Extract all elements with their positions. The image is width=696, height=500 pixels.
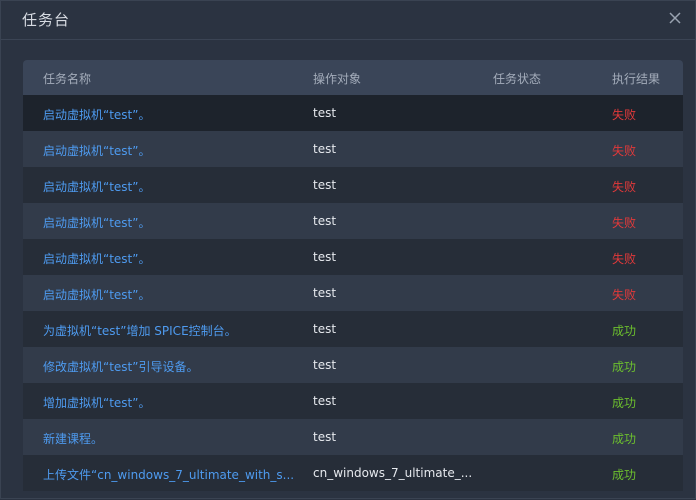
task-console-dialog: 任务台 任务名称 操作对象 任务状态 执行结果 启动虚拟机“test”。 test… bbox=[0, 0, 696, 499]
table-header: 任务名称 操作对象 任务状态 执行结果 bbox=[23, 60, 683, 95]
task-target: test bbox=[313, 142, 337, 156]
task-result: 失败 bbox=[612, 216, 637, 230]
task-result: 成功 bbox=[612, 360, 637, 374]
task-target: test bbox=[313, 250, 337, 264]
table-row[interactable]: 增加虚拟机“test”。 test 成功 bbox=[23, 383, 683, 419]
close-icon bbox=[669, 12, 681, 24]
dialog-header: 任务台 bbox=[1, 1, 695, 40]
table-body: 启动虚拟机“test”。 test 失败 启动虚拟机“test”。 test 失败 启动虚拟… bbox=[23, 95, 683, 491]
task-result: 失败 bbox=[612, 180, 637, 194]
task-name-link[interactable]: 启动虚拟机“test”。 bbox=[43, 178, 150, 195]
header-task-name[interactable]: 任务名称 bbox=[43, 70, 91, 87]
task-name-link[interactable]: 启动虚拟机“test”。 bbox=[43, 286, 150, 303]
task-target: test bbox=[313, 430, 337, 444]
table-row[interactable]: 启动虚拟机“test”。 test 失败 bbox=[23, 131, 683, 167]
table-row[interactable]: 启动虚拟机“test”。 test 失败 bbox=[23, 167, 683, 203]
task-target: test bbox=[313, 214, 337, 228]
task-result: 失败 bbox=[612, 288, 637, 302]
task-name-link[interactable]: 修改虚拟机“test”引导设备。 bbox=[43, 358, 198, 375]
header-status[interactable]: 任务状态 bbox=[493, 70, 541, 87]
task-target: test bbox=[313, 106, 337, 120]
close-button[interactable] bbox=[667, 10, 683, 26]
task-result: 成功 bbox=[612, 396, 637, 410]
task-name-link[interactable]: 启动虚拟机“test”。 bbox=[43, 250, 150, 267]
task-name-link[interactable]: 启动虚拟机“test”。 bbox=[43, 142, 150, 159]
table-row[interactable]: 新建课程。 test 成功 bbox=[23, 419, 683, 455]
task-name-link[interactable]: 新建课程。 bbox=[43, 430, 103, 447]
task-name-link[interactable]: 增加虚拟机“test”。 bbox=[43, 394, 150, 411]
task-target: test bbox=[313, 394, 337, 408]
header-result[interactable]: 执行结果 bbox=[612, 70, 660, 87]
task-target: test bbox=[313, 286, 337, 300]
task-target: test bbox=[313, 358, 337, 372]
task-name-link[interactable]: 启动虚拟机“test”。 bbox=[43, 214, 150, 231]
header-target[interactable]: 操作对象 bbox=[313, 70, 361, 87]
table-row[interactable]: 上传文件“cn_windows_7_ultimate_with_s... cn_w… bbox=[23, 455, 683, 491]
task-result: 成功 bbox=[612, 324, 637, 338]
task-result: 失败 bbox=[612, 108, 637, 122]
table-row[interactable]: 启动虚拟机“test”。 test 失败 bbox=[23, 95, 683, 131]
table-row[interactable]: 为虚拟机“test”增加 SPICE控制台。 test 成功 bbox=[23, 311, 683, 347]
task-result: 失败 bbox=[612, 252, 637, 266]
table-row[interactable]: 启动虚拟机“test”。 test 失败 bbox=[23, 275, 683, 311]
task-name-link[interactable]: 启动虚拟机“test”。 bbox=[43, 106, 150, 123]
task-table: 任务名称 操作对象 任务状态 执行结果 启动虚拟机“test”。 test 失败 启动… bbox=[23, 60, 683, 500]
table-row[interactable]: 修改虚拟机“test”引导设备。 test 成功 bbox=[23, 347, 683, 383]
task-target: cn_windows_7_ultimate_... bbox=[313, 466, 473, 480]
task-name-link[interactable]: 上传文件“cn_windows_7_ultimate_with_s... bbox=[43, 466, 294, 483]
task-name-link[interactable]: 为虚拟机“test”增加 SPICE控制台。 bbox=[43, 322, 237, 339]
table-row[interactable]: 启动虚拟机“test”。 test 失败 bbox=[23, 203, 683, 239]
task-target: test bbox=[313, 322, 337, 336]
task-target: test bbox=[313, 178, 337, 192]
dialog-title: 任务台 bbox=[22, 11, 71, 29]
task-result: 成功 bbox=[612, 432, 637, 446]
task-result: 成功 bbox=[612, 468, 637, 482]
table-row[interactable]: 启动虚拟机“test”。 test 失败 bbox=[23, 239, 683, 275]
task-result: 失败 bbox=[612, 144, 637, 158]
